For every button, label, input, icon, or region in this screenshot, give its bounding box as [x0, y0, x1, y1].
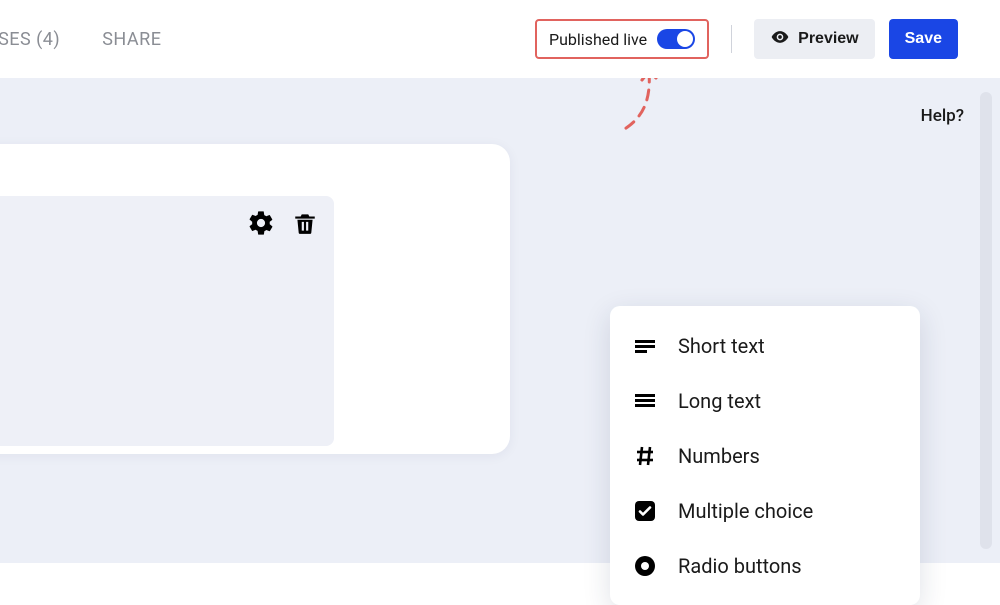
field-type-label: Long text — [678, 389, 761, 413]
radio-icon — [632, 553, 658, 579]
publish-toggle[interactable] — [657, 29, 695, 49]
editor-canvas: Help? Short text — [0, 78, 1000, 563]
field-type-short-text[interactable]: Short text — [610, 318, 920, 373]
save-button[interactable]: Save — [889, 19, 958, 59]
help-link[interactable]: Help? — [921, 106, 964, 126]
field-type-label: Radio buttons — [678, 554, 802, 578]
preview-button[interactable]: Preview — [754, 19, 874, 59]
trash-icon[interactable] — [290, 208, 320, 238]
publish-label: Published live — [549, 30, 647, 49]
question-actions — [246, 208, 320, 238]
question-block[interactable] — [0, 196, 334, 446]
short-text-icon — [632, 333, 658, 359]
toggle-knob — [677, 31, 693, 47]
top-nav-left: PONSES (4) SHARE — [0, 16, 193, 62]
vertical-divider — [731, 25, 732, 53]
field-type-menu: Short text Long text Numbers Multiple ch… — [610, 306, 920, 605]
tab-responses[interactable]: PONSES (4) — [0, 23, 60, 56]
field-type-label: Short text — [678, 334, 765, 358]
top-bar: PONSES (4) SHARE Published live Preview … — [0, 0, 1000, 78]
field-type-label: Numbers — [678, 444, 760, 468]
save-button-label: Save — [905, 30, 942, 48]
preview-button-label: Preview — [798, 30, 858, 48]
form-card — [0, 144, 510, 454]
publish-toggle-group: Published live — [535, 19, 709, 59]
checkbox-icon — [632, 498, 658, 524]
field-type-radio-buttons[interactable]: Radio buttons — [610, 538, 920, 593]
hash-icon — [632, 443, 658, 469]
field-type-numbers[interactable]: Numbers — [610, 428, 920, 483]
long-text-icon — [632, 388, 658, 414]
field-type-label: Multiple choice — [678, 499, 813, 523]
tab-share[interactable]: SHARE — [102, 23, 161, 56]
field-type-long-text[interactable]: Long text — [610, 373, 920, 428]
field-type-multiple-choice[interactable]: Multiple choice — [610, 483, 920, 538]
eye-icon — [770, 27, 790, 52]
top-nav-right: Published live Preview Save — [535, 0, 1000, 78]
gear-icon[interactable] — [246, 208, 276, 238]
annotation-arrow — [618, 70, 678, 150]
scrollbar-track[interactable] — [980, 92, 992, 549]
